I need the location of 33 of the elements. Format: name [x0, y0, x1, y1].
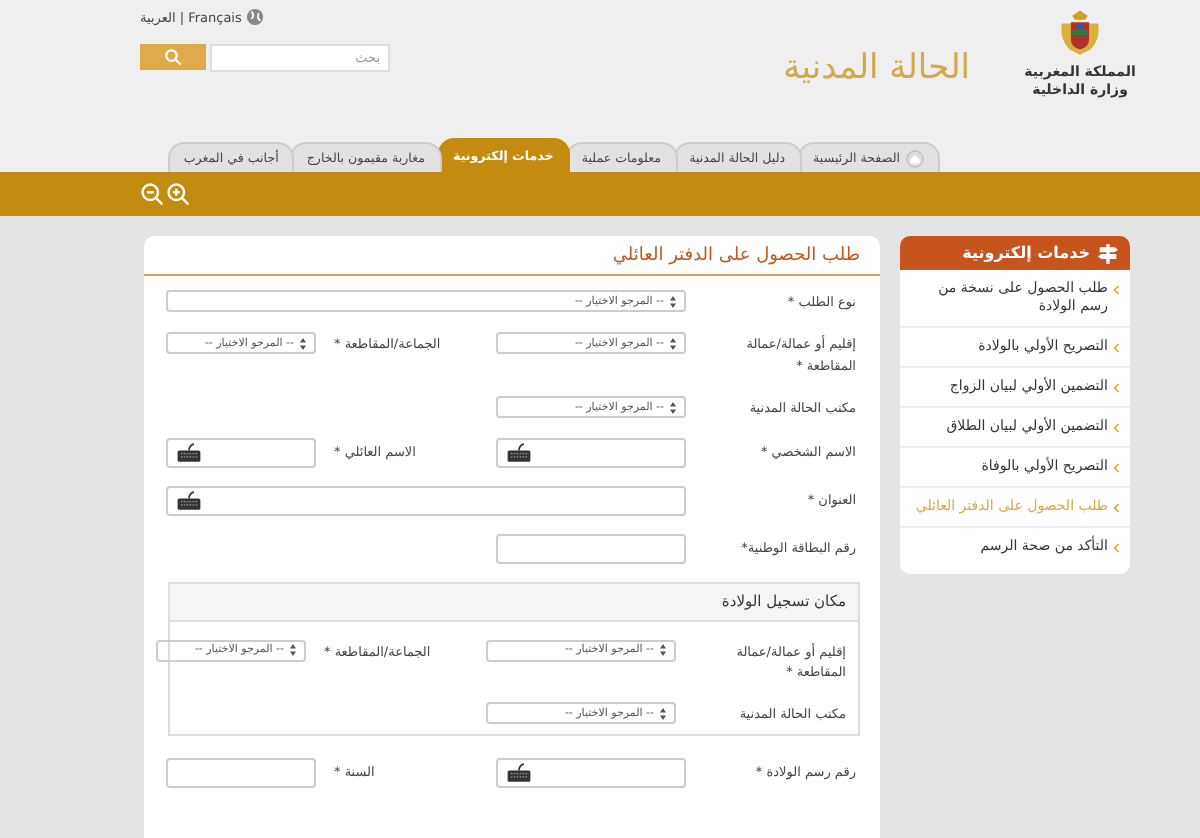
- chevron-icon: [1112, 421, 1120, 433]
- select-arrows-icon: [670, 337, 676, 350]
- site-title: الحالة المدنية: [783, 48, 970, 88]
- globe-icon: [245, 8, 264, 26]
- select-arrows-icon: [660, 707, 666, 720]
- text-field[interactable]: [166, 437, 316, 468]
- keyboard-icon[interactable]: [176, 490, 202, 511]
- keyboard-icon[interactable]: [176, 442, 202, 463]
- chevron-icon: [1112, 461, 1120, 473]
- chevron-icon: [1112, 341, 1120, 353]
- select-arrows-icon: [660, 644, 666, 657]
- home-icon: [906, 149, 924, 167]
- search-icon: [164, 48, 182, 66]
- select-arrows-icon: [670, 295, 676, 307]
- select-arrows-icon: [300, 337, 306, 350]
- text-field[interactable]: [496, 533, 686, 564]
- chevron-icon: [1112, 541, 1120, 553]
- keyboard-icon[interactable]: [506, 442, 532, 463]
- zoom-out-icon[interactable]: [140, 182, 164, 206]
- chevron-icon: [1112, 284, 1120, 296]
- text-field[interactable]: [166, 757, 316, 788]
- signpost-icon: [1098, 243, 1118, 263]
- text-field[interactable]: [496, 437, 686, 468]
- text-field[interactable]: [496, 757, 686, 788]
- keyboard-icon[interactable]: [506, 762, 532, 783]
- chevron-icon: [1112, 381, 1120, 393]
- select-arrows-icon: [670, 401, 676, 414]
- select-arrows-icon: [290, 644, 296, 657]
- form-title: طلب الحصول على الدفتر العائلي: [144, 236, 880, 276]
- text-field[interactable]: [166, 485, 686, 516]
- zoom-in-icon[interactable]: [166, 182, 190, 206]
- sidebar-title: خدمات إلكترونية: [962, 244, 1090, 262]
- chevron-icon: [1112, 501, 1120, 513]
